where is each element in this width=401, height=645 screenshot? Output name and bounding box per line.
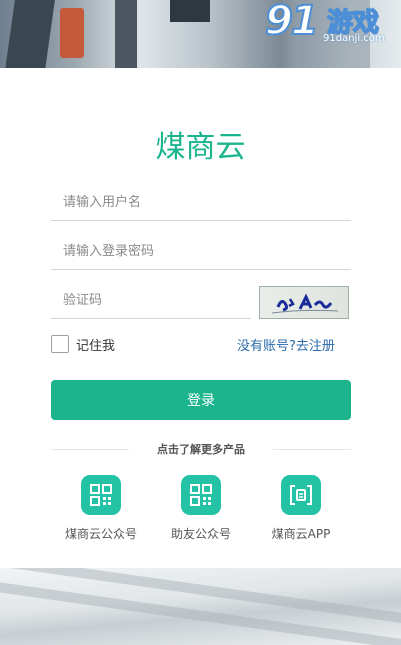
product-item-zhuyou-official[interactable]: 助友公众号	[151, 475, 251, 542]
divider-line-right	[273, 449, 351, 450]
login-button[interactable]: 登录	[51, 380, 351, 420]
app-scan-icon	[281, 475, 321, 515]
register-link[interactable]: 没有账号?去注册	[237, 335, 335, 354]
captcha-glyphs-icon	[271, 293, 339, 314]
product-label: 煤商云APP	[271, 527, 331, 541]
login-card: 煤商云 记住我 没有账号?去注册 登录 点击了解更多产品	[0, 68, 401, 568]
product-label: 助友公众号	[170, 527, 231, 541]
username-input[interactable]	[51, 187, 351, 217]
remember-me[interactable]: 记住我	[51, 334, 115, 354]
captcha-image[interactable]	[259, 286, 349, 319]
username-field-container	[51, 187, 351, 221]
app-title: 煤商云	[155, 130, 246, 165]
product-item-app[interactable]: 煤商云APP	[251, 475, 351, 542]
watermark-url: 91danji.com	[323, 33, 385, 44]
more-products-divider: 点击了解更多产品	[51, 441, 351, 459]
qr-code-icon	[181, 475, 221, 515]
product-item-wechat-official[interactable]: 煤商云公众号	[51, 475, 151, 542]
watermark-number: 91	[264, 0, 320, 45]
product-label: 煤商云公众号	[64, 527, 137, 541]
qr-code-icon	[81, 475, 121, 515]
captcha-field-container	[51, 285, 251, 319]
password-input[interactable]	[51, 236, 351, 266]
background-photo-bottom	[0, 568, 401, 645]
site-watermark: 91 游戏 91danji.com	[264, 0, 399, 48]
remember-label: 记住我	[76, 338, 116, 354]
captcha-input[interactable]	[51, 285, 251, 315]
remember-checkbox[interactable]	[51, 335, 69, 353]
password-field-container	[51, 236, 351, 270]
